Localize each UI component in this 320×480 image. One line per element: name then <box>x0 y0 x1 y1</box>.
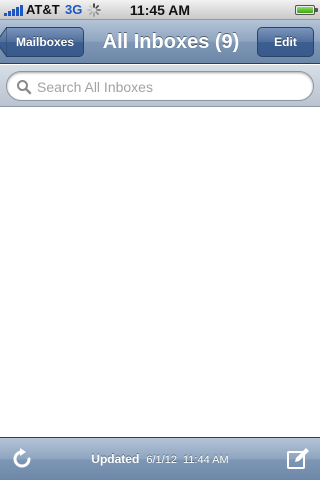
battery-icon <box>295 5 318 15</box>
mailboxes-back-button[interactable]: Mailboxes <box>0 27 84 57</box>
search-bar: Search All Inboxes <box>0 65 320 107</box>
update-status: Updated 6/1/12 11:44 AM <box>50 452 270 466</box>
search-placeholder: Search All Inboxes <box>37 79 153 95</box>
refresh-icon[interactable] <box>10 447 34 471</box>
bottom-toolbar: Updated 6/1/12 11:44 AM <box>0 437 320 480</box>
compose-icon[interactable] <box>286 447 310 471</box>
search-icon <box>17 80 32 95</box>
clock: 11:45 AM <box>129 2 191 18</box>
back-button-label: Mailboxes <box>16 35 75 49</box>
updated-date: 6/1/12 <box>146 454 177 466</box>
message-list[interactable] <box>0 108 320 437</box>
status-bar: AT&T 3G 11:45 AM <box>0 0 320 20</box>
updated-label: Updated <box>91 452 140 466</box>
updated-time: 11:44 AM <box>183 454 229 466</box>
navigation-bar: Mailboxes All Inboxes (9) Edit <box>0 20 320 64</box>
edit-button[interactable]: Edit <box>257 27 314 57</box>
page-title: All Inboxes (9) <box>102 31 240 53</box>
search-input[interactable]: Search All Inboxes <box>6 71 314 101</box>
